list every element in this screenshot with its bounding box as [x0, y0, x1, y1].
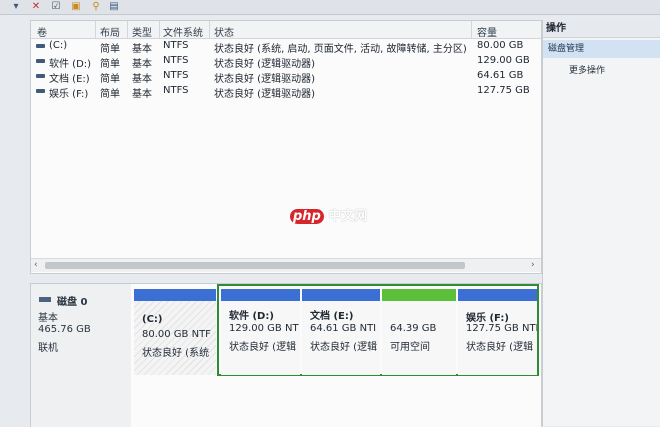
partition-status: 可用空间 — [390, 342, 430, 353]
col-separator[interactable] — [95, 21, 96, 38]
partition-c[interactable]: (C:) 80.00 GB NTF 状态良好 (系统 — [134, 289, 216, 375]
partition-body: 软件 (D:) 129.00 GB NT 状态良好 (逻辑 — [221, 301, 300, 375]
partition-body: (C:) 80.00 GB NTF 状态良好 (系统 — [134, 301, 216, 375]
volume-icon — [36, 44, 45, 48]
disk-map-pane: 磁盘 0 基本 465.76 GB 联机 (C:) 80.00 GB NTF 状… — [30, 283, 542, 427]
partition-e[interactable]: 文档 (E:) 64.61 GB NTI 状态良好 (逻辑 — [302, 289, 380, 375]
cell-layout: 简单 — [100, 59, 120, 70]
actions-title: 操作 — [543, 20, 660, 38]
disk-type: 基本 — [38, 313, 58, 324]
scroll-left-icon[interactable]: ‹ — [34, 259, 38, 272]
cell-status: 状态良好 (逻辑驱动器) — [214, 89, 315, 100]
watermark-logo: php 中文网 — [290, 205, 367, 224]
col-header-filesystem[interactable]: 文件系统 — [163, 24, 203, 39]
column-headers: 卷 布局 类型 文件系统 状态 容量 — [31, 21, 541, 39]
cell-status: 状态良好 (系统, 启动, 页面文件, 活动, 故障转储, 主分区) — [214, 44, 467, 55]
watermark-php: php — [290, 209, 324, 224]
cell-volume: 软件 (D:) — [49, 59, 92, 70]
cell-status: 状态良好 (逻辑驱动器) — [214, 74, 315, 85]
col-header-volume[interactable]: 卷 — [37, 24, 47, 39]
cell-filesystem: NTFS — [163, 40, 189, 51]
cell-filesystem: NTFS — [163, 70, 189, 81]
partition-status: 状态良好 (系统 — [142, 348, 210, 359]
partition-free-space[interactable]: 64.39 GB 可用空间 — [382, 289, 456, 375]
partition-bar — [221, 289, 300, 301]
more-actions-link[interactable]: 更多操作 — [569, 63, 605, 76]
partition-name: 文档 (E:) — [310, 311, 354, 322]
cell-layout: 简单 — [100, 89, 120, 100]
scrollbar-thumb[interactable] — [45, 262, 465, 269]
watermark-text: 中文网 — [328, 209, 368, 224]
horizontal-scrollbar[interactable]: ‹ › — [31, 258, 541, 272]
partition-size: 64.39 GB — [390, 323, 437, 334]
cell-volume: 文档 (E:) — [49, 74, 90, 85]
partition-f[interactable]: 娱乐 (F:) 127.75 GB NTI 状态良好 (逻辑 — [458, 289, 537, 375]
search-icon[interactable]: ⚲ — [90, 1, 102, 12]
table-row[interactable]: 娱乐 (F:) 简单 基本 NTFS 状态良好 (逻辑驱动器) 127.75 G… — [31, 84, 541, 100]
disk-name: 磁盘 0 — [57, 297, 88, 308]
cell-type: 基本 — [132, 74, 152, 85]
col-header-type[interactable]: 类型 — [132, 24, 152, 39]
folder-icon[interactable]: ▣ — [70, 1, 82, 12]
volume-list-pane: 卷 布局 类型 文件系统 状态 容量 (C:) 简单 基本 NTFS 状态良好 … — [30, 20, 542, 274]
partition-size: 127.75 GB NTI — [466, 323, 537, 334]
cell-capacity: 127.75 GB — [477, 85, 530, 96]
col-header-capacity[interactable]: 容量 — [477, 24, 497, 39]
col-header-status[interactable]: 状态 — [214, 24, 234, 39]
table-row[interactable]: (C:) 简单 基本 NTFS 状态良好 (系统, 启动, 页面文件, 活动, … — [31, 39, 541, 55]
cell-type: 基本 — [132, 44, 152, 55]
table-row[interactable]: 软件 (D:) 简单 基本 NTFS 状态良好 (逻辑驱动器) 129.00 G… — [31, 54, 541, 70]
partition-name: (C:) — [142, 314, 163, 325]
partition-bar — [458, 289, 537, 301]
scroll-right-icon[interactable]: › — [531, 259, 535, 272]
col-separator[interactable] — [209, 21, 210, 38]
cell-status: 状态良好 (逻辑驱动器) — [214, 59, 315, 70]
cell-filesystem: NTFS — [163, 55, 189, 66]
volume-icon — [36, 74, 45, 78]
toolbar: ▾ ✕ ☑ ▣ ⚲ ▤ — [0, 0, 660, 15]
cell-capacity: 80.00 GB — [477, 40, 524, 51]
check-icon[interactable]: ☑ — [50, 1, 62, 12]
partition-size: 80.00 GB NTF — [142, 329, 211, 340]
cell-volume: (C:) — [49, 40, 68, 51]
view-icon[interactable]: ▤ — [108, 1, 120, 12]
cell-volume: 娱乐 (F:) — [49, 89, 89, 100]
volume-icon — [36, 89, 45, 93]
partition-body: 娱乐 (F:) 127.75 GB NTI 状态良好 (逻辑 — [458, 301, 537, 375]
disk-state: 联机 — [38, 343, 58, 354]
partition-bar — [382, 289, 456, 301]
actions-section-disk-management[interactable]: 磁盘管理 — [543, 40, 660, 58]
col-separator[interactable] — [471, 21, 472, 38]
partition-d[interactable]: 软件 (D:) 129.00 GB NT 状态良好 (逻辑 — [221, 289, 300, 375]
table-row[interactable]: 文档 (E:) 简单 基本 NTFS 状态良好 (逻辑驱动器) 64.61 GB — [31, 69, 541, 85]
delete-icon[interactable]: ✕ — [30, 1, 42, 12]
col-header-layout[interactable]: 布局 — [100, 24, 120, 39]
partition-bar — [134, 289, 216, 301]
disk-icon — [39, 297, 51, 302]
partition-size: 129.00 GB NT — [229, 323, 299, 334]
disk-label[interactable]: 磁盘 0 基本 465.76 GB 联机 — [31, 284, 131, 427]
cell-layout: 简单 — [100, 44, 120, 55]
partition-body: 64.39 GB 可用空间 — [382, 301, 456, 375]
volume-icon — [36, 59, 45, 63]
partition-name: 软件 (D:) — [229, 311, 274, 322]
col-separator[interactable] — [127, 21, 128, 38]
partition-status: 状态良好 (逻辑 — [466, 342, 534, 353]
cell-capacity: 129.00 GB — [477, 55, 530, 66]
disk-size: 465.76 GB — [38, 324, 91, 335]
cell-type: 基本 — [132, 89, 152, 100]
partition-name: 娱乐 (F:) — [466, 313, 509, 324]
partition-status: 状态良好 (逻辑 — [229, 342, 297, 353]
cell-filesystem: NTFS — [163, 85, 189, 96]
cell-layout: 简单 — [100, 74, 120, 85]
partition-size: 64.61 GB NTI — [310, 323, 377, 334]
partition-body: 文档 (E:) 64.61 GB NTI 状态良好 (逻辑 — [302, 301, 380, 375]
comment-icon[interactable]: ▾ — [10, 1, 22, 12]
partition-bar — [302, 289, 380, 301]
col-separator[interactable] — [159, 21, 160, 38]
cell-capacity: 64.61 GB — [477, 70, 524, 81]
cell-type: 基本 — [132, 59, 152, 70]
partition-status: 状态良好 (逻辑 — [310, 342, 378, 353]
actions-pane: 操作 磁盘管理 更多操作 — [542, 20, 660, 426]
